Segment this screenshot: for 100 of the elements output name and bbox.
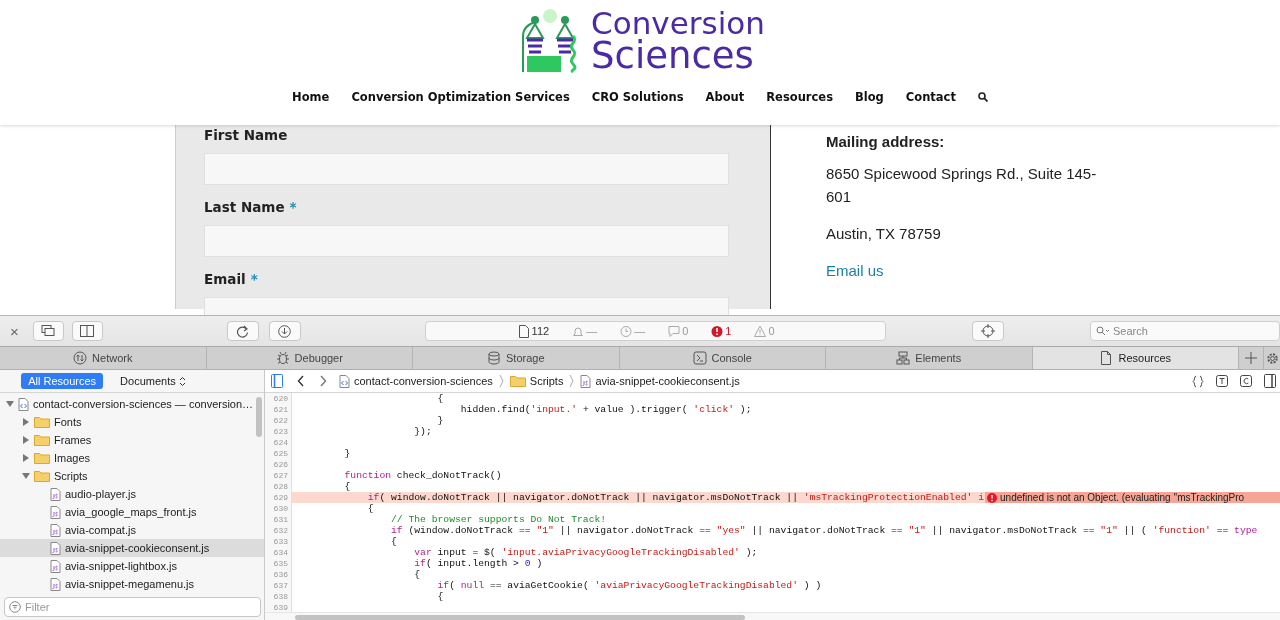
line-number: 628 [272,481,289,492]
type-icon[interactable] [1216,375,1228,387]
code-line: { [366,503,374,514]
tree-item[interactable]: avia-snippet-cookieconsent.js [0,539,264,557]
nav-link[interactable]: Contact [905,90,956,104]
tree-item[interactable]: audio-player.js [0,485,264,503]
code-line: } [436,415,444,426]
settings-icon[interactable] [1265,351,1279,365]
script-file-icon [50,523,61,537]
collapsed-triangle-icon[interactable] [22,454,30,462]
database-icon [487,351,501,365]
line-number: 626 [272,459,289,470]
status-count: 0 [768,325,775,337]
plus-icon[interactable] [1245,352,1257,364]
tree-item[interactable]: avia-snippet-lightbox.js [0,557,264,575]
document-icon [18,397,29,411]
code-line: } [343,448,351,459]
details-panel-icon[interactable] [1264,374,1276,388]
code-line: function check_doNotTrack() [343,470,502,481]
warning-icon [754,324,767,338]
script-file-icon [50,559,61,573]
tree-item[interactable]: avia-compat.js [0,521,264,539]
tree-label: Scripts [54,470,88,482]
code-line: hidden.find('input.' + value ).trigger( 'click' ); [459,404,752,415]
script-file-icon [50,577,61,591]
forward-chevron-icon[interactable] [319,375,327,387]
download-button[interactable] [268,321,301,341]
close-button[interactable]: × [6,322,23,340]
code-line: if (window.doNotTrack == "1" || navigator.doNotTrack == "yes" || navigator.doNotTrack == "1" || navigator.msDoNotTrack == "1" || ( 'function' == type [390,525,1258,536]
field-label: Last Name [204,199,285,215]
script-file-icon [580,374,592,388]
tree-item[interactable]: Frames [0,431,264,449]
scrollbar-thumb [256,397,262,437]
tree-item[interactable]: Fonts [0,413,264,431]
inspect-button[interactable] [972,321,1004,341]
folder-icon [34,416,50,428]
tree-item[interactable]: contact-conversion-sciences — conversion… [0,395,264,413]
breadcrumb-item[interactable]: contact-conversion-sciences [339,374,493,388]
status-count: — [634,325,646,337]
sidebar-toggle-icon[interactable] [271,374,283,388]
collapsed-triangle-icon[interactable] [22,418,30,426]
nav-link[interactable]: Conversion Optimization Services [351,90,570,104]
folder-icon [34,434,50,446]
field-label: First Name [204,127,288,143]
address-heading: Mailing address: [826,133,946,150]
dock-button[interactable] [71,321,103,341]
script-file-icon [50,487,61,501]
tree-label: contact-conversion-sciences — conversion… [33,398,254,410]
back-chevron-icon[interactable] [297,375,305,387]
address-text: 8650 Spicewood Springs Rd., Suite 145-601 [826,164,1098,207]
email-link[interactable]: Email us [826,262,884,279]
nav-link[interactable]: About [705,90,745,104]
type-dropdown[interactable]: Documents [113,373,193,389]
document-icon [339,374,350,388]
error-icon [711,324,724,338]
nav-link[interactable]: Blog [855,90,884,104]
expanded-triangle-icon[interactable] [22,472,30,480]
line-number: 636 [272,569,289,580]
status-count: 112 [531,325,550,337]
filter-field[interactable]: Filter [4,597,261,617]
breadcrumb-item[interactable]: avia-snippet-cookieconsent.js [580,374,740,388]
address-text: Austin, TX 78759 [826,224,942,244]
line-number: 623 [272,426,289,437]
search-icon[interactable] [977,92,988,102]
collapsed-triangle-icon[interactable] [22,436,30,444]
tree-item[interactable]: Scripts [0,467,264,485]
coverage-icon[interactable] [1240,375,1252,387]
nav-link[interactable]: CRO Solutions [591,90,684,104]
tree-label: Fonts [54,416,82,428]
tree-item[interactable]: Images [0,449,264,467]
field-label: Email [204,271,246,287]
folder-icon [34,470,50,482]
braces-icon[interactable] [1192,374,1204,388]
search-field[interactable]: Search [1090,321,1280,341]
breadcrumb-item[interactable]: Scripts [509,375,564,387]
code-line: }); [413,426,432,437]
tree-item[interactable]: avia_google_maps_front.js [0,503,264,521]
required-mark: * [250,271,258,287]
reload-button[interactable] [226,321,259,341]
tree-label: avia-snippet-megamenu.js [65,578,194,590]
line-number: 630 [272,503,289,514]
script-file-icon [50,505,61,519]
expanded-triangle-icon[interactable] [6,400,14,408]
filter-icon [9,601,21,613]
line-number: 625 [272,448,289,459]
scope-button[interactable]: All Resources [21,373,104,389]
tab[interactable]: Resources [1032,347,1239,369]
crosshair-icon [981,324,995,338]
status-count: 0 [682,325,689,337]
folder-icon [34,452,50,464]
tree-label: Images [54,452,91,464]
undock-button[interactable] [32,321,64,341]
nav-link[interactable]: Resources [766,90,833,104]
tree-label: avia-snippet-lightbox.js [65,560,177,572]
tree-item[interactable]: avia-snippet-megamenu.js [0,575,264,593]
terminal-icon [692,351,707,365]
line-number: 631 [272,514,289,525]
line-number: 633 [272,536,289,547]
nav-link[interactable]: Home [292,90,330,104]
speech-bubble-icon [668,324,681,338]
